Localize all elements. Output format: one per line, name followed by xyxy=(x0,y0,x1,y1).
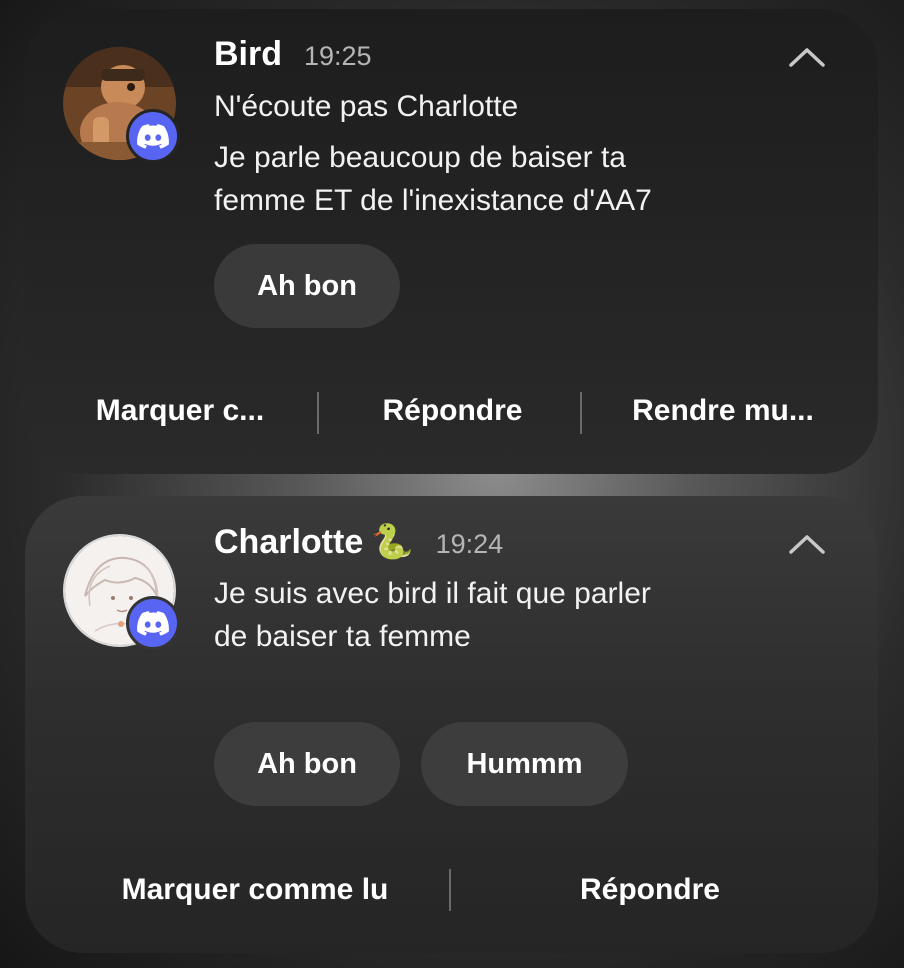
timestamp: 19:25 xyxy=(304,41,372,71)
sender-name: Bird xyxy=(214,35,282,73)
message-line: Je parle beaucoup de baiser ta xyxy=(214,141,626,174)
action-divider xyxy=(580,392,582,434)
message-line: N'écoute pas Charlotte xyxy=(214,90,519,123)
reply-button[interactable]: Répondre xyxy=(525,873,775,907)
smart-reply-chip[interactable]: Ah bon xyxy=(214,244,400,328)
mark-as-read-button[interactable]: Marquer c... xyxy=(65,394,295,428)
smart-reply-chip[interactable]: Ah bon xyxy=(214,722,400,806)
chevron-up-icon[interactable] xyxy=(788,45,826,69)
message-line: Je suis avec bird il fait que parler xyxy=(214,577,651,610)
notification-header: Bird 19:25 xyxy=(214,35,372,74)
mute-button[interactable]: Rendre mu... xyxy=(603,394,843,428)
notification-card-charlotte[interactable]: Charlotte 🐍 19:24 Je suis avec bird il f… xyxy=(25,496,878,953)
notification-card-bird[interactable]: Bird 19:25 N'écoute pas Charlotte Je par… xyxy=(25,9,878,474)
smart-reply-chip[interactable]: Hummm xyxy=(421,722,628,806)
sender-name: Charlotte xyxy=(214,523,364,561)
action-divider xyxy=(449,869,451,911)
reply-button[interactable]: Répondre xyxy=(340,394,565,428)
snake-emoji-icon: 🐍 xyxy=(371,523,414,561)
chevron-up-icon[interactable] xyxy=(788,532,826,556)
timestamp: 19:24 xyxy=(435,529,504,559)
discord-icon xyxy=(126,596,180,650)
notification-header: Charlotte 🐍 19:24 xyxy=(214,522,503,562)
action-divider xyxy=(317,392,319,434)
mark-as-read-button[interactable]: Marquer comme lu xyxy=(85,873,425,907)
message-line: femme ET de l'inexistance d'AA7 xyxy=(214,184,652,217)
discord-icon xyxy=(126,109,180,163)
message-line: de baiser ta femme xyxy=(214,620,471,653)
